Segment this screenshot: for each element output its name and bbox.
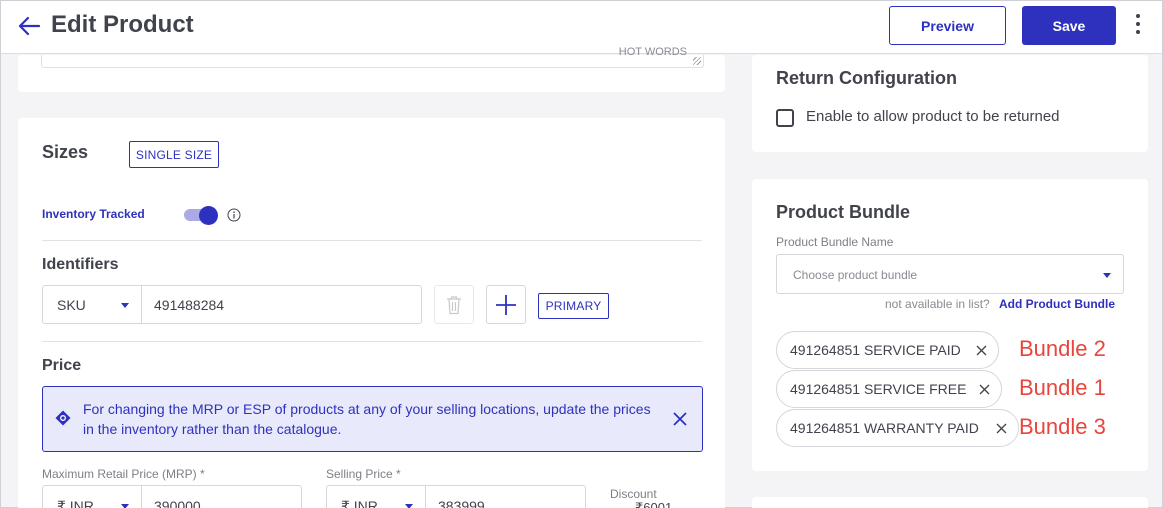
bundle-chip: 491264851 WARRANTY PAID: [776, 409, 1019, 447]
chevron-down-icon: [1103, 273, 1111, 278]
mrp-currency-select[interactable]: ₹ INR: [42, 485, 142, 508]
divider: [42, 341, 702, 342]
not-available-text: not available in list?: [885, 297, 990, 311]
sizes-title: Sizes: [42, 142, 89, 162]
chevron-down-icon: [121, 504, 129, 508]
return-enable-label[interactable]: Enable to allow product to be returned: [806, 108, 1060, 125]
description-counter: HOT WORDS: [618, 46, 687, 58]
save-button[interactable]: Save: [1022, 6, 1116, 45]
delete-identifier-button[interactable]: [434, 285, 474, 324]
bundle-select-placeholder: Choose product bundle: [793, 268, 918, 282]
product-bundle-title: Product Bundle: [776, 202, 910, 222]
mrp-currency-value: ₹ INR: [57, 498, 94, 508]
selling-currency-value: ₹ INR: [341, 498, 378, 508]
preview-button[interactable]: Preview: [889, 6, 1006, 45]
chevron-down-icon: [121, 303, 129, 308]
page-title: Edit Product: [51, 11, 194, 38]
identifier-type-value: SKU: [57, 297, 86, 313]
return-enable-checkbox[interactable]: [776, 109, 794, 127]
chevron-down-icon: [405, 504, 413, 508]
return-configuration-title: Return Configuration: [776, 68, 957, 88]
bundle-chip: 491264851 SERVICE PAID: [776, 331, 999, 369]
selling-price-label: Selling Price *: [326, 467, 401, 481]
discount-value: ₹6001: [635, 500, 673, 508]
product-bundle-card: Product Bundle Product Bundle Name Choos…: [752, 179, 1148, 471]
app-header: Edit Product Preview Save: [1, 1, 1162, 54]
description-card: HOT WORDS: [18, 46, 725, 92]
price-title: Price: [42, 357, 82, 374]
discount-label: Discount: [610, 487, 657, 501]
mrp-input[interactable]: 390000: [141, 485, 302, 508]
close-icon[interactable]: [976, 345, 987, 356]
sizes-card: Sizes SINGLE SIZE Inventory Tracked Iden…: [18, 118, 725, 508]
close-icon[interactable]: [979, 384, 990, 395]
identifier-type-select[interactable]: SKU: [42, 285, 142, 324]
back-arrow-icon[interactable]: [16, 13, 42, 39]
info-icon[interactable]: [227, 208, 241, 222]
bundle-chip-label: 491264851 SERVICE PAID: [790, 342, 961, 358]
identifiers-title: Identifiers: [42, 256, 119, 273]
identifier-value-input[interactable]: 491488284: [141, 285, 422, 324]
notice-text: For changing the MRP or ESP of products …: [83, 401, 651, 437]
description-textarea[interactable]: HOT WORDS: [41, 46, 704, 68]
bundle-chip-label: 491264851 WARRANTY PAID: [790, 420, 979, 436]
info-diamond-icon: [55, 410, 71, 426]
selling-price-input[interactable]: 383999: [425, 485, 586, 508]
bundle-annotation: Bundle 1: [1019, 375, 1106, 400]
bundle-select[interactable]: Choose product bundle: [776, 254, 1124, 294]
close-icon[interactable]: [672, 411, 688, 427]
trash-icon: [447, 295, 461, 314]
add-product-bundle-link[interactable]: Add Product Bundle: [999, 297, 1115, 311]
bundle-name-label: Product Bundle Name: [776, 235, 894, 249]
bundle-chip-label: 491264851 SERVICE FREE: [790, 381, 967, 397]
close-icon[interactable]: [996, 423, 1007, 434]
next-card: [752, 497, 1148, 508]
add-identifier-button[interactable]: [486, 285, 526, 324]
mrp-label: Maximum Retail Price (MRP) *: [42, 467, 205, 481]
bundle-annotation: Bundle 2: [1019, 336, 1106, 361]
bundle-chip: 491264851 SERVICE FREE: [776, 370, 1002, 408]
selling-currency-select[interactable]: ₹ INR: [326, 485, 426, 508]
primary-tag[interactable]: PRIMARY: [538, 293, 609, 319]
return-configuration-card: Return Configuration Enable to allow pro…: [752, 55, 1148, 152]
kebab-menu-icon[interactable]: [1132, 14, 1144, 38]
bundle-annotation: Bundle 3: [1019, 414, 1106, 439]
divider: [42, 240, 702, 241]
inventory-tracked-toggle[interactable]: [184, 206, 218, 225]
plus-icon: [496, 294, 516, 315]
single-size-tag[interactable]: SINGLE SIZE: [129, 141, 219, 168]
price-info-notice: For changing the MRP or ESP of products …: [42, 386, 703, 452]
resize-handle-icon[interactable]: [693, 57, 701, 65]
inventory-tracked-label: Inventory Tracked: [42, 207, 145, 221]
